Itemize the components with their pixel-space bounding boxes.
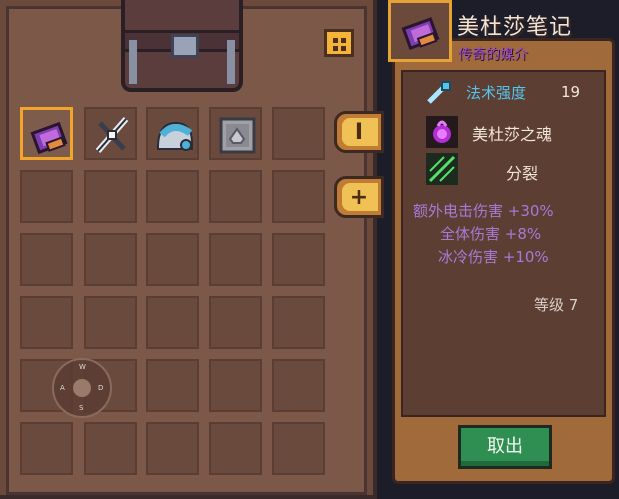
inventory-slot[interactable]: [84, 422, 137, 475]
take-out-button[interactable]: 取出: [458, 425, 552, 469]
inventory-slot[interactable]: [20, 170, 73, 223]
item-title: 美杜莎笔记: [457, 15, 573, 40]
inventory-slot[interactable]: [272, 233, 325, 286]
bonus-all-damage: 全体伤害 +8%: [440, 225, 542, 243]
ability-split: 分裂: [506, 164, 539, 183]
item-icon-frame: [388, 0, 452, 62]
spell-power-value: 19: [561, 83, 581, 101]
plus-icon: +: [349, 185, 369, 210]
joystick-label-d: D: [98, 384, 104, 392]
inventory-slot[interactable]: [209, 107, 262, 160]
inventory-slot[interactable]: [272, 107, 325, 160]
item-level: 等级 7: [534, 296, 579, 314]
inventory-slot[interactable]: [209, 170, 262, 223]
inventory-slot[interactable]: [84, 233, 137, 286]
virtual-joystick[interactable]: W A D S: [52, 358, 112, 418]
inventory-slot[interactable]: [84, 170, 137, 223]
tab-inventory-label: I: [354, 120, 364, 145]
joystick-label-w: W: [79, 363, 86, 371]
tab-add[interactable]: +: [334, 176, 384, 218]
inventory-slot[interactable]: [84, 107, 137, 160]
inventory-slot[interactable]: [146, 170, 199, 223]
crossbow-icon: [95, 117, 129, 153]
inventory-slot-selected[interactable]: [20, 107, 73, 160]
joystick-label-s: S: [79, 404, 84, 412]
inventory-slot[interactable]: [209, 422, 262, 475]
bonus-shock-damage: 额外电击伤害 +30%: [413, 202, 554, 220]
chest-icon: [121, 0, 243, 92]
inventory-slot[interactable]: [272, 170, 325, 223]
inventory-slot[interactable]: [146, 233, 199, 286]
inventory-slot[interactable]: [20, 233, 73, 286]
inventory-slot[interactable]: [146, 422, 199, 475]
inventory-slot[interactable]: [146, 107, 199, 160]
helmet-icon: [157, 121, 193, 151]
inventory-slot[interactable]: [209, 233, 262, 286]
medusa-notes-icon: [401, 17, 440, 50]
spell-power-label: 法术强度: [466, 84, 527, 102]
medusa-notes-icon: [30, 121, 68, 155]
inventory-slot[interactable]: [20, 296, 73, 349]
inventory-slot[interactable]: [146, 359, 199, 412]
medusa-soul-icon: [426, 116, 458, 148]
inventory-slot[interactable]: [209, 296, 262, 349]
inventory-slot[interactable]: [272, 359, 325, 412]
joystick-label-a: A: [60, 384, 65, 392]
wand-icon: [427, 81, 451, 104]
inventory-slot[interactable]: [20, 422, 73, 475]
item-rarity: 传奇的媒介: [458, 47, 528, 63]
joystick-knob[interactable]: [73, 379, 91, 397]
inventory-slot[interactable]: [209, 359, 262, 412]
split-icon: [426, 153, 458, 185]
tab-inventory[interactable]: I: [334, 111, 384, 153]
sort-grid-button[interactable]: [324, 29, 354, 57]
bonus-cold-damage: 冰冷伤害 +10%: [438, 248, 549, 266]
inventory-slot[interactable]: [272, 296, 325, 349]
inventory-slot[interactable]: [84, 296, 137, 349]
shield-icon: [219, 117, 256, 154]
inventory-slot[interactable]: [146, 296, 199, 349]
ability-medusa-soul: 美杜莎之魂: [472, 125, 553, 144]
inventory-slot[interactable]: [272, 422, 325, 475]
